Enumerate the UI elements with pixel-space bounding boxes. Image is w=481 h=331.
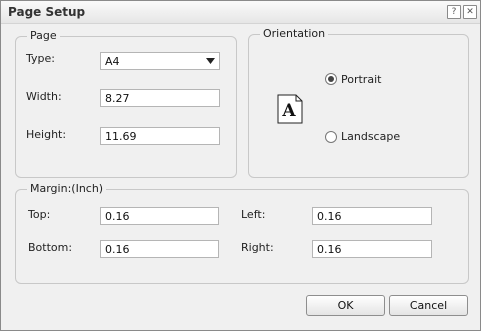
- right-margin-input[interactable]: 0.16: [312, 240, 432, 258]
- chevron-down-icon[interactable]: [202, 53, 219, 69]
- type-label: Type:: [26, 52, 55, 65]
- landscape-label[interactable]: Landscape: [341, 130, 400, 143]
- portrait-radio[interactable]: [325, 73, 337, 85]
- radio-selected-dot: [328, 76, 334, 82]
- page-setup-dialog: Page Setup ? ✕ Page Type: A4 Width: 8.27…: [0, 0, 481, 331]
- left-margin-input[interactable]: 0.16: [312, 207, 432, 225]
- type-select[interactable]: A4: [100, 52, 220, 70]
- orientation-group-legend: Orientation: [260, 27, 329, 40]
- orientation-group: Orientation A Portrait Landscape: [248, 27, 469, 178]
- close-icon[interactable]: ✕: [463, 5, 477, 19]
- bottom-margin-input[interactable]: 0.16: [100, 240, 219, 258]
- portrait-label[interactable]: Portrait: [341, 73, 381, 86]
- height-label: Height:: [26, 128, 67, 141]
- cancel-button[interactable]: Cancel: [389, 295, 468, 316]
- page-letter-a-icon: A: [277, 94, 303, 127]
- width-label: Width:: [26, 90, 62, 103]
- dialog-title: Page Setup: [8, 5, 86, 19]
- top-margin-input[interactable]: 0.16: [100, 207, 219, 225]
- type-select-value: A4: [105, 55, 120, 68]
- svg-text:A: A: [281, 101, 296, 121]
- ok-button[interactable]: OK: [306, 295, 385, 316]
- page-group-legend: Page: [27, 29, 60, 42]
- left-margin-label: Left:: [241, 208, 266, 221]
- margin-group-legend: Margin:(Inch): [27, 182, 107, 195]
- title-bar: Page Setup ? ✕: [1, 1, 480, 24]
- top-margin-label: Top:: [28, 208, 51, 221]
- bottom-margin-label: Bottom:: [28, 241, 73, 254]
- help-icon[interactable]: ?: [447, 5, 461, 19]
- right-margin-label: Right:: [241, 241, 274, 254]
- width-input[interactable]: 8.27: [100, 89, 220, 107]
- margin-group: Margin:(Inch) Top: 0.16 Left: 0.16 Botto…: [15, 182, 469, 284]
- page-group: Page Type: A4 Width: 8.27 Height: 11.69: [15, 29, 237, 178]
- landscape-radio[interactable]: [325, 131, 337, 143]
- height-input[interactable]: 11.69: [100, 127, 220, 145]
